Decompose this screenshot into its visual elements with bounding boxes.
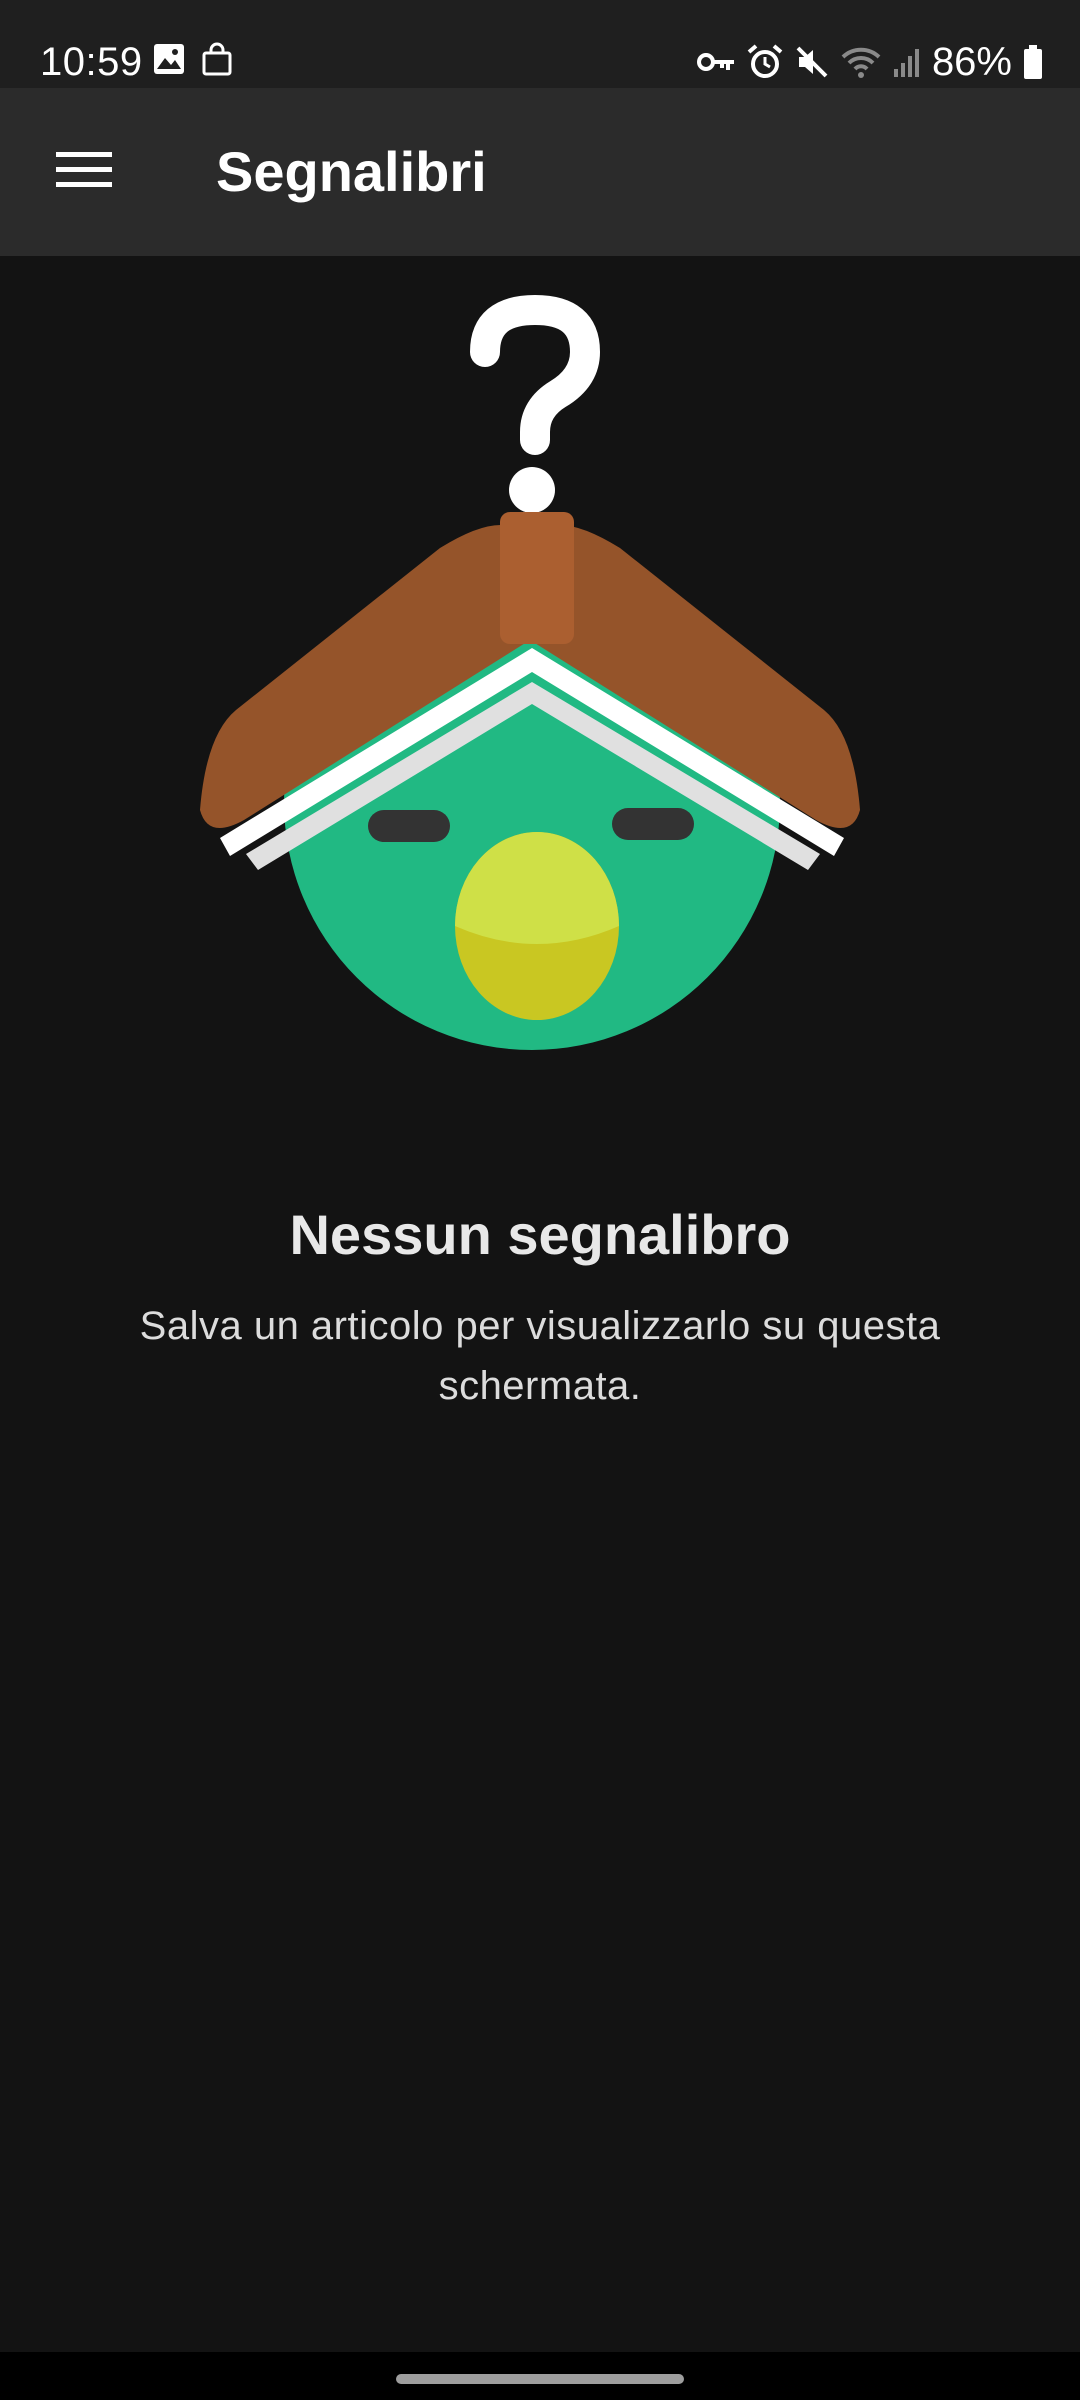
shopping-bag-icon	[200, 42, 234, 76]
empty-state-illustration	[180, 290, 900, 1100]
vpn-key-icon	[696, 47, 736, 77]
home-indicator[interactable]	[396, 2374, 684, 2384]
menu-button[interactable]	[28, 124, 140, 220]
app-bar: Segnalibri	[0, 88, 1080, 256]
wifi-icon	[840, 45, 882, 79]
battery-percentage: 86%	[931, 40, 1012, 84]
signal-icon	[892, 45, 922, 79]
status-bar: 10:59 86%	[0, 0, 1080, 88]
mute-icon	[794, 44, 830, 80]
image-icon	[152, 42, 186, 76]
bird-eye-left	[368, 810, 450, 842]
question-mark-icon	[470, 294, 601, 513]
status-left-icons	[152, 42, 234, 76]
status-right-icons: 86%	[696, 38, 1044, 86]
hamburger-menu-icon	[56, 150, 112, 195]
navigation-bar	[0, 2352, 1080, 2400]
empty-state-description: Salva un articolo per visualizzarlo su q…	[139, 1304, 941, 1408]
battery-icon	[1022, 44, 1044, 80]
page-title: Segnalibri	[216, 140, 487, 203]
bird-eye-right	[612, 808, 694, 840]
alarm-icon	[746, 43, 784, 81]
book-spine	[500, 512, 574, 644]
empty-state-title: Nessun segnalibro	[289, 1203, 791, 1266]
status-time: 10:59	[40, 40, 143, 84]
bookmarks-screen: 10:59 86% Segnalibri Nessun segnalibro S…	[0, 0, 1080, 2400]
